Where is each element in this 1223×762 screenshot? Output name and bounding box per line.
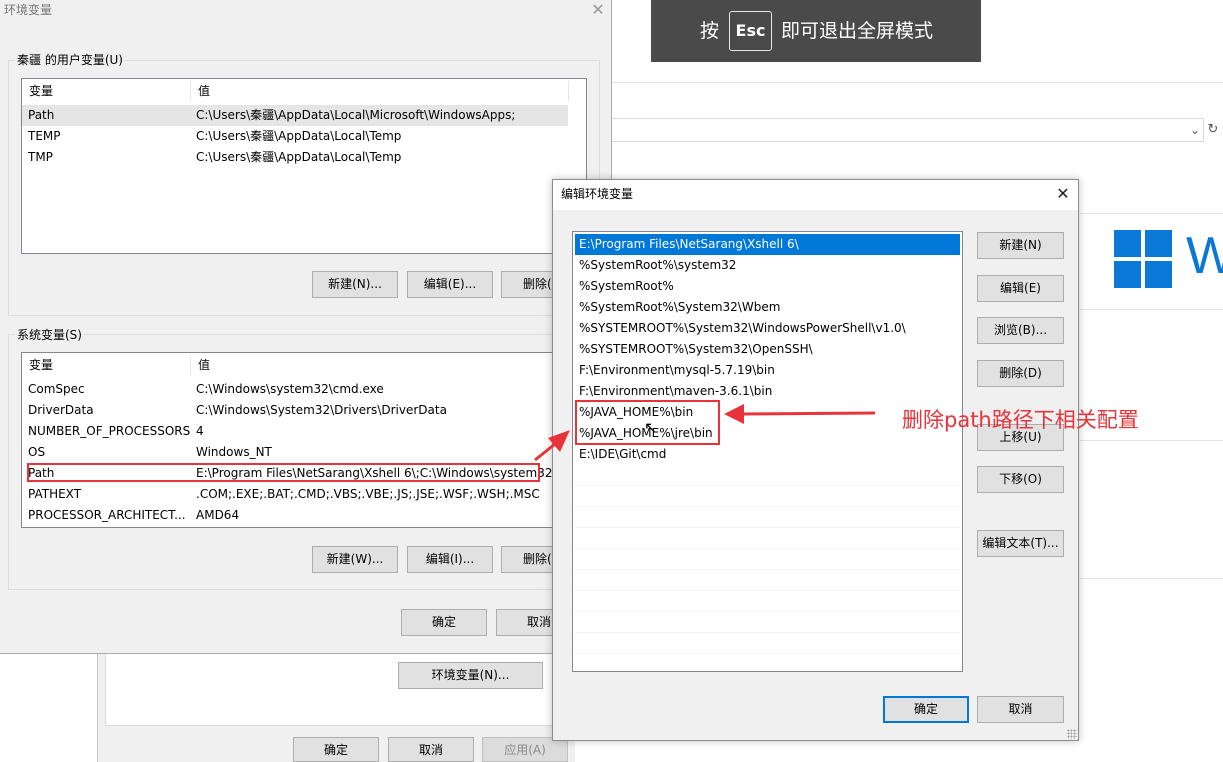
background-divider-2 (1080, 440, 1223, 441)
edit-dialog-title: 编辑环境变量 (561, 187, 634, 201)
system-new-button[interactable]: 新建(W)... (312, 546, 398, 573)
column-header-variable[interactable]: 变量 (29, 79, 53, 103)
table-row[interactable]: NUMBER_OF_PROCESSORS 4 (22, 421, 586, 442)
variable-name: OS (28, 445, 46, 459)
variable-name: DriverData (28, 403, 94, 417)
edit-dialog-close-icon[interactable]: ✕ (1052, 184, 1074, 204)
banner-esc-key: Esc (729, 11, 772, 51)
variable-value: 4 (196, 424, 204, 438)
edit-dialog-cancel-button[interactable]: 取消 (977, 696, 1064, 723)
env-dialog-title: 环境变量 (4, 3, 53, 17)
variable-name: NUMBER_OF_PROCESSORS (28, 424, 191, 438)
column-header-variable[interactable]: 变量 (29, 353, 53, 377)
background-address-bar[interactable] (612, 118, 1204, 142)
address-dropdown-icon[interactable]: ⌄ (1188, 121, 1202, 139)
banner-text-before: 按 (700, 20, 720, 42)
variable-value: C:\Windows\System32\Drivers\DriverData (196, 403, 447, 417)
column-header-value[interactable]: 值 (198, 353, 210, 377)
windows-logo-icon (1114, 230, 1172, 288)
variable-name: TMP (28, 150, 53, 164)
path-entries-list[interactable]: E:\Program Files\NetSarang\Xshell 6\ %Sy… (572, 231, 963, 672)
system-variables-group-title: 系统变量(S) (15, 328, 84, 342)
list-item-selected[interactable]: E:\Program Files\NetSarang\Xshell 6\ (575, 234, 960, 255)
variable-value: AMD64 (196, 508, 240, 522)
env-cancel-button[interactable]: 取消 (496, 609, 556, 636)
path-move-down-button[interactable]: 下移(O) (977, 466, 1064, 493)
table-row[interactable]: OS Windows_NT (22, 442, 586, 463)
windows-logo-text: W (1186, 227, 1223, 285)
variable-name: ComSpec (28, 382, 85, 396)
user-variables-group-title: 秦疆 的用户变量(U) (15, 53, 125, 67)
user-list-header: 变量 值 (22, 79, 586, 103)
list-item[interactable]: E:\IDE\Git\cmd (575, 444, 960, 465)
variable-name: PATHEXT (28, 487, 82, 501)
variable-value: C:\Windows\system32\cmd.exe (196, 382, 384, 396)
list-item[interactable]: F:\Environment\maven-3.6.1\bin (575, 381, 960, 402)
system-list-header: 变量 值 (22, 353, 586, 377)
list-item[interactable]: %SYSTEMROOT%\System32\WindowsPowerShell\… (575, 318, 960, 339)
system-edit-button[interactable]: 编辑(I)... (407, 546, 493, 573)
path-browse-button[interactable]: 浏览(B)... (977, 317, 1064, 344)
variable-name: PROCESSOR_ARCHITECT... (28, 508, 186, 522)
variable-value: Windows_NT (196, 445, 272, 459)
refresh-icon[interactable]: ↻ (1205, 121, 1221, 139)
list-item[interactable]: %SystemRoot% (575, 276, 960, 297)
variable-value: .COM;.EXE;.BAT;.CMD;.VBS;.VBE;.JS;.JSE;.… (196, 487, 540, 501)
background-divider-3 (1080, 578, 1223, 579)
list-item[interactable]: %SystemRoot%\System32\Wbem (575, 297, 960, 318)
table-row[interactable]: ComSpec C:\Windows\system32\cmd.exe (22, 379, 586, 400)
table-row[interactable]: DriverData C:\Windows\System32\Drivers\D… (22, 400, 586, 421)
table-row[interactable]: PROCESSOR_ARCHITECT... AMD64 (22, 505, 586, 526)
system-variables-list[interactable]: 变量 值 ComSpec C:\Windows\system32\cmd.exe… (21, 352, 587, 528)
path-new-button[interactable]: 新建(N) (977, 232, 1064, 259)
variable-value: C:\Users\秦疆\AppData\Local\Temp (196, 129, 402, 143)
path-edit-text-button[interactable]: 编辑文本(T)... (977, 530, 1064, 557)
sysprops-cancel-button[interactable]: 取消 (388, 737, 474, 762)
table-row[interactable]: TEMP C:\Users\秦疆\AppData\Local\Temp (22, 126, 586, 147)
list-item[interactable]: %SYSTEMROOT%\System32\OpenSSH\ (575, 339, 960, 360)
user-delete-button[interactable]: 删除( (501, 271, 555, 298)
user-new-button[interactable]: 新建(N)... (312, 271, 398, 298)
list-item[interactable]: F:\Environment\mysql-5.7.19\bin (575, 360, 960, 381)
table-row[interactable]: Path C:\Users\秦疆\AppData\Local\Microsoft… (22, 105, 568, 126)
background-window-divider (612, 82, 1223, 83)
column-header-value[interactable]: 值 (198, 79, 210, 103)
env-dialog-close-icon[interactable]: ✕ (588, 1, 608, 19)
list-item[interactable]: %SystemRoot%\system32 (575, 255, 960, 276)
system-delete-button[interactable]: 删除( (501, 546, 555, 573)
list-empty-rows (575, 465, 960, 669)
annotation-note: 删除path路径下相关配置 (902, 408, 1139, 432)
banner-text-after: 即可退出全屏模式 (781, 20, 934, 42)
user-variables-list[interactable]: 变量 值 Path C:\Users\秦疆\AppData\Local\Micr… (21, 78, 587, 254)
path-edit-button[interactable]: 编辑(E) (977, 275, 1064, 302)
variable-name: TEMP (28, 129, 61, 143)
path-row-highlight-box (27, 463, 540, 482)
sysprops-ok-button[interactable]: 确定 (293, 737, 379, 762)
table-row[interactable]: TMP C:\Users\秦疆\AppData\Local\Temp (22, 147, 586, 168)
env-ok-button[interactable]: 确定 (401, 609, 487, 636)
variable-name: Path (28, 108, 55, 122)
user-edit-button[interactable]: 编辑(E)... (407, 271, 493, 298)
mouse-cursor-icon: ↖ (644, 418, 658, 437)
environment-variables-button[interactable]: 环境变量(N)... (398, 662, 543, 689)
variable-value: C:\Users\秦疆\AppData\Local\Temp (196, 150, 402, 164)
table-row[interactable]: PATHEXT .COM;.EXE;.BAT;.CMD;.VBS;.VBE;.J… (22, 484, 586, 505)
path-delete-button[interactable]: 删除(D) (977, 360, 1064, 387)
edit-dialog-ok-button[interactable]: 确定 (883, 696, 969, 723)
resize-grip-icon[interactable] (1067, 729, 1077, 739)
variable-value: C:\Users\秦疆\AppData\Local\Microsoft\Wind… (196, 108, 516, 122)
